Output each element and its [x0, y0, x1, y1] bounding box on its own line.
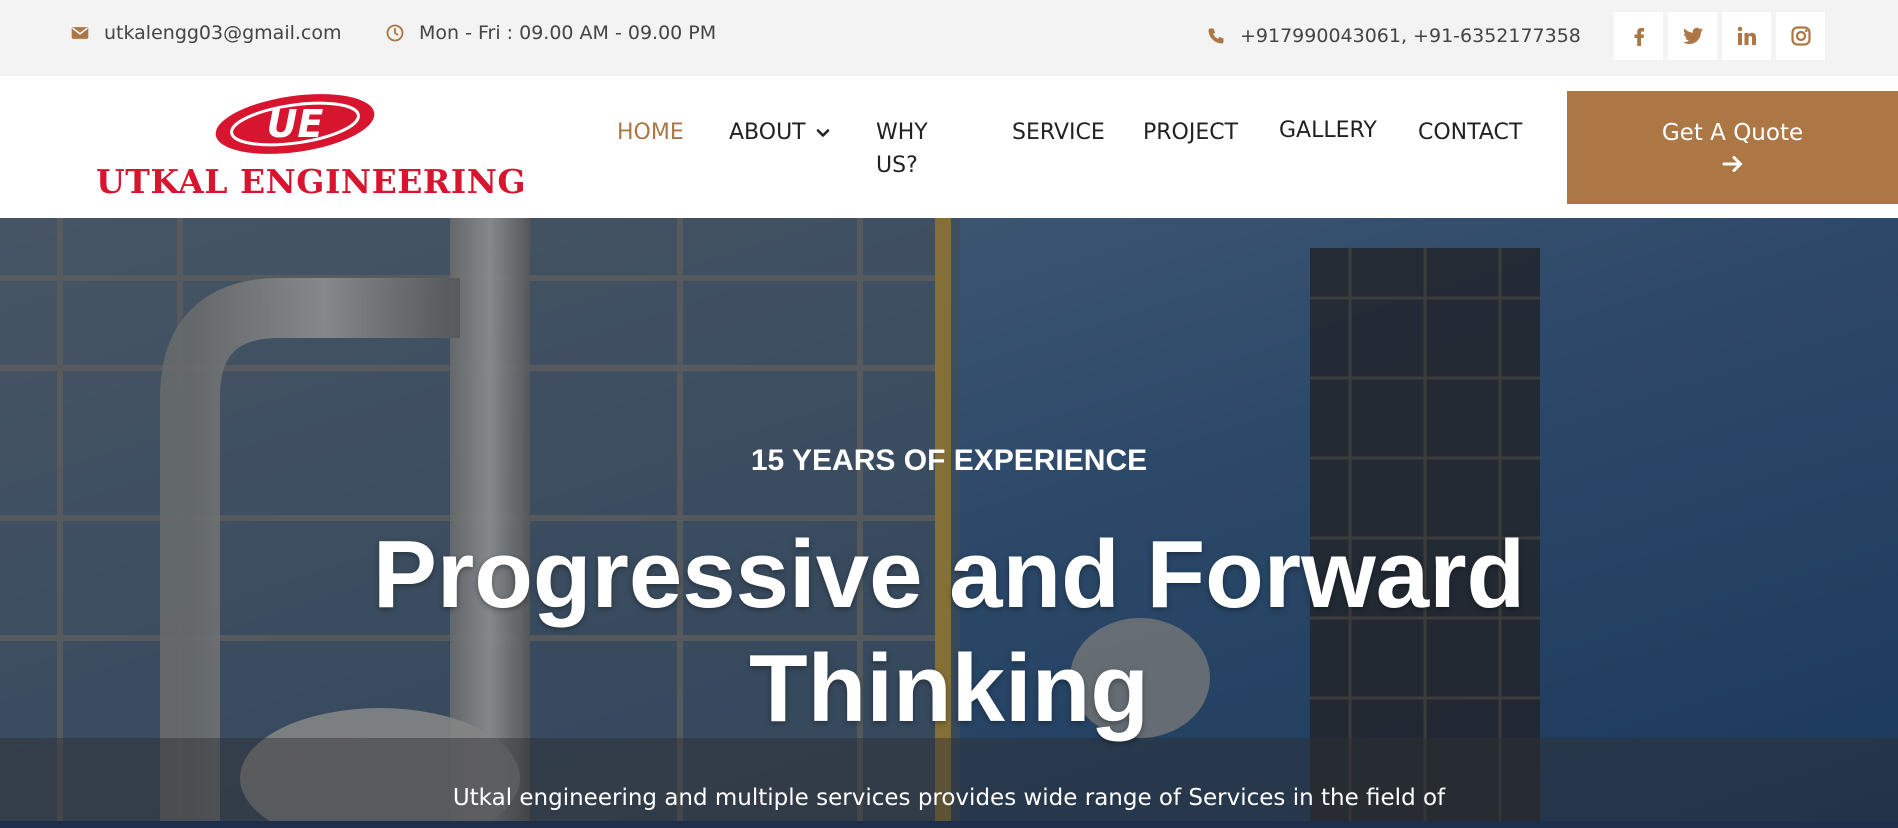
hero-section: 15 YEARS OF EXPERIENCE Progressive and F… — [0, 218, 1898, 828]
business-hours: Mon - Fri : 09.00 AM - 09.00 PM — [385, 22, 716, 44]
phone-text: +917990043061, +91-6352177358 — [1240, 25, 1581, 47]
hero-kicker: 15 YEARS OF EXPERIENCE — [750, 444, 1148, 477]
hero-description: Utkal engineering and multiple services … — [452, 785, 1446, 811]
nav-project[interactable]: PROJECT — [1143, 116, 1238, 149]
nav-service[interactable]: SERVICE — [1012, 116, 1105, 149]
nav-contact[interactable]: CONTACT — [1418, 116, 1522, 149]
envelope-icon — [71, 27, 89, 39]
hero-headline: Progressive and Forward Thinking — [372, 521, 1526, 742]
site-logo[interactable]: UE UTKAL ENGINEERING — [96, 94, 527, 201]
linkedin-icon — [1737, 26, 1756, 45]
email-text: utkalengg03@gmail.com — [104, 22, 342, 44]
linkedin-link[interactable] — [1722, 12, 1771, 60]
hours-text: Mon - Fri : 09.00 AM - 09.00 PM — [419, 22, 717, 44]
instagram-link[interactable] — [1776, 12, 1825, 60]
hero-bottom-edge — [0, 821, 1898, 828]
get-quote-label: Get A Quote — [1661, 119, 1804, 146]
contact-phone[interactable]: +917990043061, +91-6352177358 — [1206, 25, 1581, 47]
clock-icon — [386, 24, 404, 42]
svg-text:UE: UE — [267, 102, 324, 146]
instagram-icon — [1790, 26, 1811, 46]
twitter-icon — [1682, 27, 1703, 44]
nav-about[interactable]: ABOUT — [729, 116, 830, 149]
phone-icon — [1208, 28, 1224, 44]
nav-about-label: ABOUT — [729, 120, 806, 145]
nav-why-us[interactable]: WHY US? — [876, 116, 956, 182]
contact-email[interactable]: utkalengg03@gmail.com — [70, 22, 342, 44]
facebook-link[interactable] — [1614, 12, 1663, 60]
ue-logo-mark: UE — [215, 94, 375, 154]
arrow-right-icon — [1722, 155, 1742, 172]
logo-wordmark: UTKAL ENGINEERING — [96, 162, 527, 201]
chevron-down-icon — [816, 128, 829, 137]
get-quote-button[interactable]: Get A Quote — [1567, 91, 1898, 204]
nav-home[interactable]: HOME — [617, 116, 684, 149]
facebook-icon — [1634, 28, 1644, 46]
top-info-bar: utkalengg03@gmail.com Mon - Fri : 09.00 … — [0, 0, 1898, 76]
twitter-link[interactable] — [1668, 12, 1717, 60]
nav-gallery[interactable]: GALLERY — [1279, 114, 1377, 147]
site-header: UE UTKAL ENGINEERING HOME ABOUT WHY US? … — [0, 76, 1898, 218]
